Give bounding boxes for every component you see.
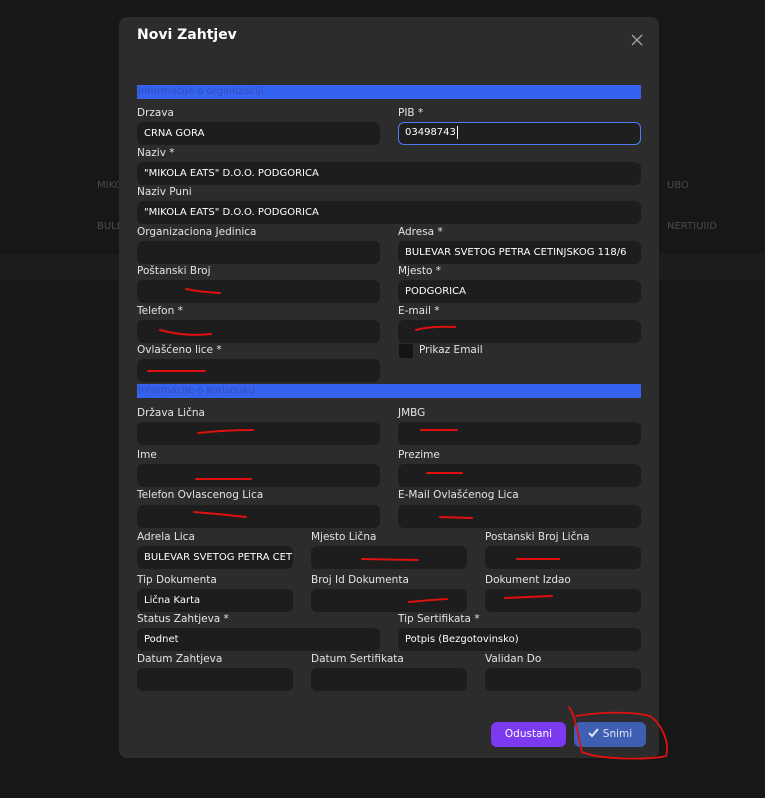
section-header-organization: Informacije o organizaciji [137,85,641,99]
adresa-field[interactable]: BULEVAR SVETOG PETRA CETINJSKOG 118/6 [398,241,641,264]
broj-dokumenta-label: Broj Id Dokumenta [311,574,409,586]
mjesto-licna-field[interactable] [311,546,467,569]
postanski-broj-label: Poštanski Broj [137,265,211,277]
naziv-puni-label: Naziv Puni [137,186,192,198]
prezime-field[interactable] [398,464,641,487]
datum-sertifikata-label: Datum Sertifikata [311,653,404,665]
prezime-label: Prezime [398,449,440,461]
drzava-licna-label: Država Lična [137,407,205,419]
dialog-title: Novi Zahtjev [137,27,237,43]
drzava-label: Drzava [137,107,174,119]
save-button-label: Snimi [602,728,633,740]
validan-do-field[interactable] [485,668,641,691]
mjesto-field[interactable]: PODGORICA [398,280,641,303]
naziv-puni-field[interactable]: "MIKOLA EATS" D.O.O. PODGORICA [137,201,641,224]
jmbg-field[interactable] [398,422,641,445]
drzava-field[interactable]: CRNA GORA [137,122,380,145]
close-button[interactable] [627,30,647,50]
telefon-field[interactable] [137,320,380,343]
dokument-izdao-label: Dokument Izdao [485,574,571,586]
prikaz-email-label: Prikaz Email [419,344,483,356]
tip-sertifikata-label: Tip Sertifikata * [398,613,480,625]
drzava-licna-field[interactable] [137,422,380,445]
postanski-licna-field[interactable] [485,546,641,569]
adresa-lica-field[interactable]: BULEVAR SVETOG PETRA CETINJSKOG [137,546,293,569]
save-button[interactable]: Snimi [574,722,646,747]
telefon-ovl-field[interactable] [137,505,380,528]
dokument-izdao-field[interactable] [485,589,641,612]
email-ovl-label: E-Mail Ovlašćenog Lica [398,489,519,501]
postanski-licna-label: Postanski Broj Lična [485,531,590,543]
ime-field[interactable] [137,464,380,487]
adresa-label: Adresa * [398,226,443,238]
validan-do-label: Validan Do [485,653,542,665]
text-caret [456,125,458,139]
ovlasceno-lice-field[interactable] [137,359,380,382]
tip-dokumenta-label: Tip Dokumenta [137,574,217,586]
telefon-label: Telefon * [137,305,183,317]
cancel-button[interactable]: Odustani [491,722,566,747]
datum-sertifikata-field[interactable] [311,668,467,691]
pib-value: 03498743 [405,127,456,138]
close-icon[interactable] [627,30,647,50]
ovlasceno-lice-label: Ovlašćeno lice * [137,344,222,356]
status-zahtjeva-field[interactable]: Podnet [137,628,380,651]
org-jedinica-field[interactable] [137,241,380,264]
background-text: NERTIUIID [667,221,717,232]
ime-label: Ime [137,449,157,461]
naziv-label: Naziv * [137,147,175,159]
org-jedinica-label: Organizaciona Jedinica [137,226,257,238]
mjesto-licna-label: Mjesto Lična [311,531,377,543]
broj-dokumenta-field[interactable] [311,589,467,612]
background-text: UBO [667,180,689,191]
tip-dokumenta-field[interactable]: Lična Karta [137,589,293,612]
jmbg-label: JMBG [398,407,426,419]
email-ovl-field[interactable] [398,505,641,528]
postanski-broj-field[interactable] [137,280,380,303]
email-label: E-mail * [398,305,440,317]
status-zahtjeva-label: Status Zahtjeva * [137,613,229,625]
telefon-ovl-label: Telefon Ovlascenog Lica [137,489,264,501]
pib-label: PIB * [398,107,424,119]
datum-zahtjeva-label: Datum Zahtjeva [137,653,223,665]
mjesto-label: Mjesto * [398,265,442,277]
section-header-user: Informacije o korisnuku [137,384,641,398]
adresa-lica-label: Adrela Lica [137,531,195,543]
email-field[interactable] [398,320,641,343]
prikaz-email-checkbox[interactable] [399,344,413,358]
pib-field[interactable]: 03498743 [398,122,641,145]
new-request-dialog: Novi Zahtjev Informacije o organizaciji … [119,17,659,758]
naziv-field[interactable]: "MIKOLA EATS" D.O.O. PODGORICA [137,162,641,185]
datum-zahtjeva-field[interactable] [137,668,293,691]
tip-sertifikata-field[interactable]: Potpis (Bezgotovinsko) [398,628,641,651]
check-icon [588,728,599,738]
